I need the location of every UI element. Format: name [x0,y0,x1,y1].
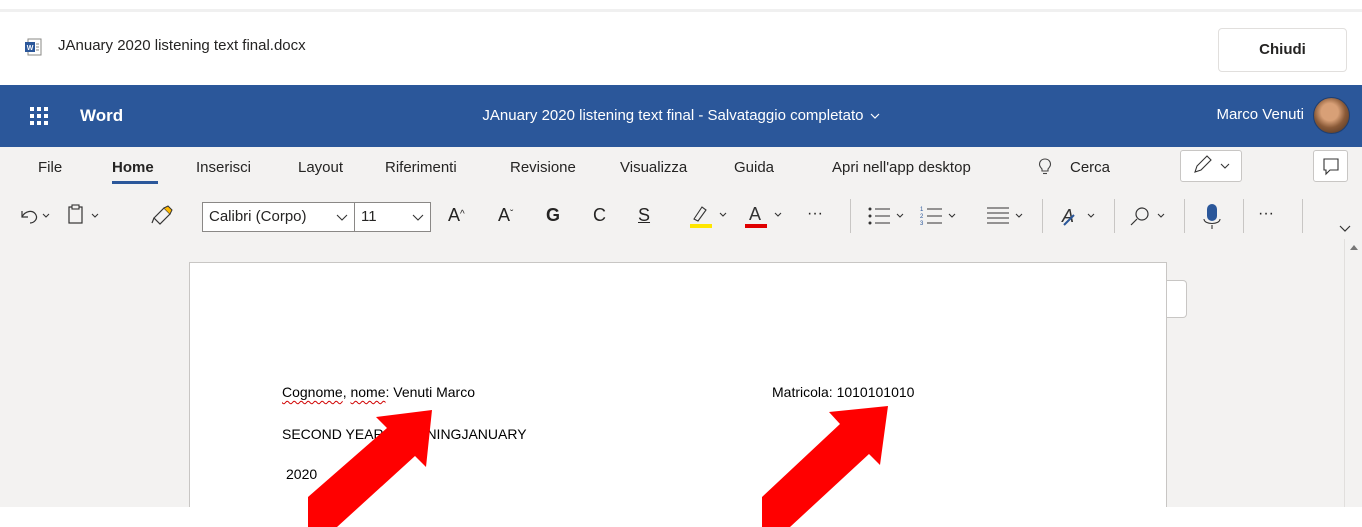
red-arrow-left [308,410,432,527]
word-online-window: W JAnuary 2020 listening text final.docx… [0,0,1362,527]
annotation-arrows [308,406,888,527]
red-arrow-right [762,406,888,527]
